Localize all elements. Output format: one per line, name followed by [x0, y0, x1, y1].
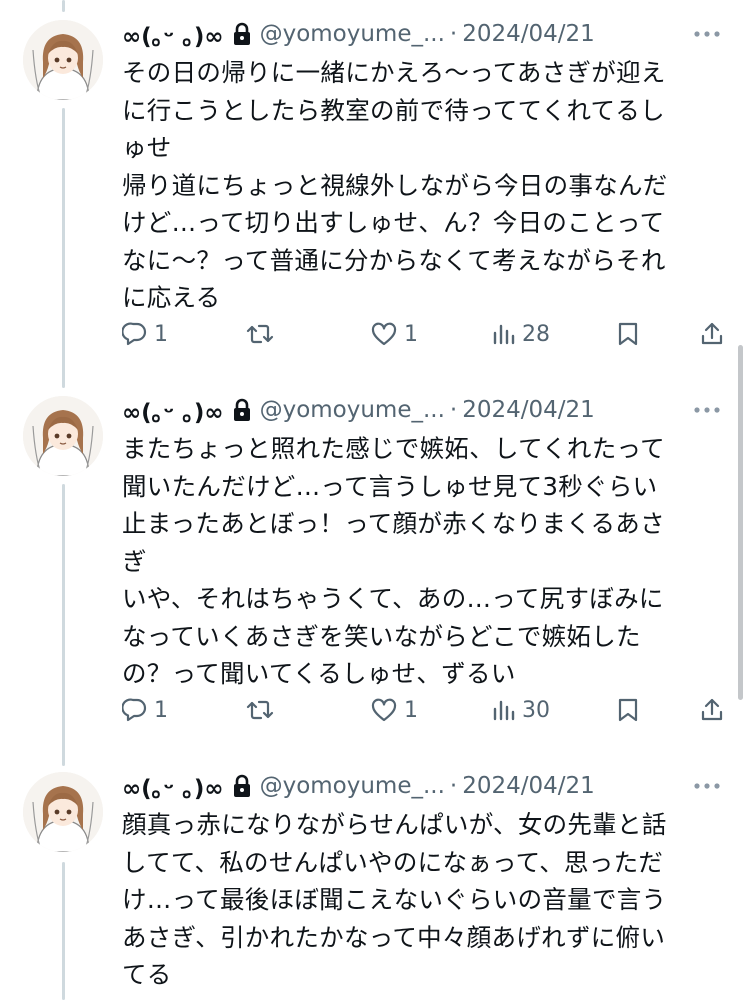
lock-icon: [232, 774, 252, 798]
analytics-icon: [493, 700, 515, 721]
more-options-icon[interactable]: [692, 400, 722, 420]
tweet[interactable]: ∞(｡ᵕ ｡)∞ @yomoyume_... · 2024/04/21 顔真っ赤…: [0, 766, 749, 1000]
like-count: 1: [404, 697, 418, 723]
reply-count: 1: [154, 321, 168, 347]
tweet-date[interactable]: 2024/04/21: [462, 21, 595, 47]
share-icon: [701, 322, 723, 345]
like-button[interactable]: 1: [370, 316, 418, 352]
heart-icon: [371, 698, 397, 722]
bookmark-icon: [618, 322, 638, 346]
share-button[interactable]: [699, 316, 725, 352]
tweet-header: ∞(｡ᵕ ｡)∞ @yomoyume_... · 2024/04/21: [122, 766, 722, 806]
action-bar: 1 1 28: [122, 316, 732, 352]
avatar[interactable]: [23, 20, 103, 100]
view-count: 30: [522, 697, 550, 723]
avatar[interactable]: [23, 396, 103, 476]
display-name[interactable]: ∞(｡ᵕ ｡)∞: [122, 393, 224, 427]
display-name[interactable]: ∞(｡ᵕ ｡)∞: [122, 769, 224, 803]
thread-line: [62, 0, 65, 12]
avatar-image: [23, 20, 103, 100]
more-options-icon[interactable]: [692, 24, 722, 44]
retweet-button[interactable]: [245, 692, 275, 728]
retweet-icon: [246, 324, 274, 344]
tweet-text: 顔真っ赤になりながらせんぱいが、女の先輩と話 してて、私のせんぱいやのになぁって…: [122, 810, 667, 989]
avatar-image: [23, 396, 103, 476]
tweet[interactable]: ∞(｡ᵕ ｡)∞ @yomoyume_... · 2024/04/21 その日の…: [0, 14, 749, 366]
share-button[interactable]: [699, 692, 725, 728]
reply-icon: [122, 322, 147, 346]
tweet-text: またちょっと照れた感じで嫉妬、してくれたって 聞いたんだけど…って言うしゅせ見て…: [122, 434, 665, 688]
avatar-image: [23, 772, 103, 852]
scrollbar-thumb[interactable]: [738, 345, 743, 700]
tweet[interactable]: ∞(｡ᵕ ｡)∞ @yomoyume_... · 2024/04/21 またちょ…: [0, 390, 749, 740]
like-button[interactable]: 1: [370, 692, 418, 728]
handle[interactable]: @yomoyume_...: [260, 21, 445, 47]
tweet-text: その日の帰りに一緒にかえろ〜ってあさぎが迎え に行こうとしたら教室の前で待ってて…: [122, 58, 668, 312]
bookmark-button[interactable]: [616, 692, 640, 728]
retweet-button[interactable]: [245, 316, 275, 352]
display-name[interactable]: ∞(｡ᵕ ｡)∞: [122, 17, 224, 51]
share-icon: [701, 698, 723, 721]
separator-dot: ·: [449, 21, 458, 47]
separator-dot: ·: [449, 397, 458, 423]
more-options-icon[interactable]: [692, 776, 722, 796]
handle[interactable]: @yomoyume_...: [260, 397, 445, 423]
analytics-icon: [493, 324, 515, 345]
bookmark-button[interactable]: [616, 316, 640, 352]
views-button[interactable]: 30: [492, 692, 550, 728]
bookmark-icon: [618, 698, 638, 722]
reply-icon: [122, 698, 147, 722]
like-count: 1: [404, 321, 418, 347]
reply-button[interactable]: 1: [122, 692, 168, 728]
tweet-header: ∞(｡ᵕ ｡)∞ @yomoyume_... · 2024/04/21: [122, 14, 722, 54]
tweet-date[interactable]: 2024/04/21: [462, 397, 595, 423]
tweet-header: ∞(｡ᵕ ｡)∞ @yomoyume_... · 2024/04/21: [122, 390, 722, 430]
reply-count: 1: [154, 697, 168, 723]
avatar[interactable]: [23, 772, 103, 852]
handle[interactable]: @yomoyume_...: [260, 773, 445, 799]
tweet-date[interactable]: 2024/04/21: [462, 773, 595, 799]
lock-icon: [232, 22, 252, 46]
view-count: 28: [522, 321, 550, 347]
heart-icon: [371, 322, 397, 346]
views-button[interactable]: 28: [492, 316, 550, 352]
lock-icon: [232, 398, 252, 422]
retweet-icon: [246, 700, 274, 720]
separator-dot: ·: [449, 773, 458, 799]
reply-button[interactable]: 1: [122, 316, 168, 352]
action-bar: 1 1 30: [122, 692, 732, 728]
